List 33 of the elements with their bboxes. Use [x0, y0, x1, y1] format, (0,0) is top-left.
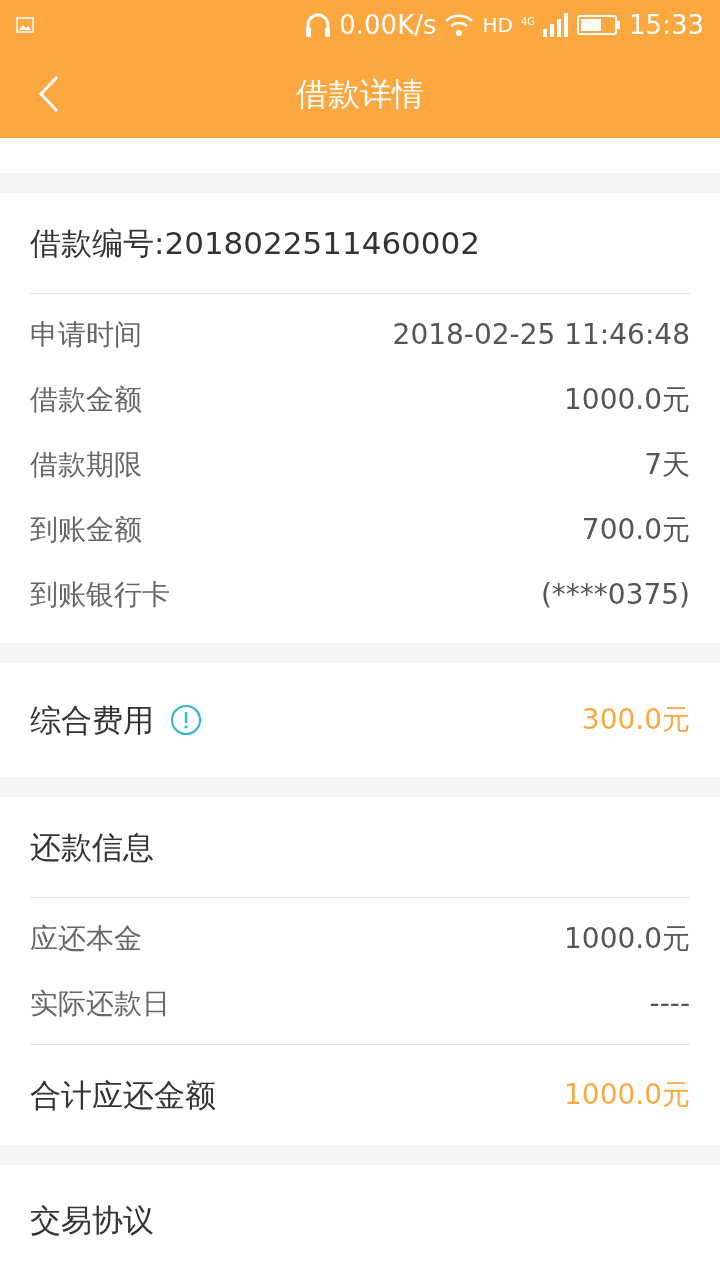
- field-label: 到账银行卡: [30, 576, 170, 613]
- field-label: 应还本金: [30, 920, 142, 957]
- field-label: 借款期限: [30, 446, 142, 483]
- network-speed: 0.00K/s: [339, 8, 437, 42]
- fee-value: 300.0元: [581, 702, 690, 738]
- agreement-title[interactable]: 交易协议: [30, 1196, 154, 1244]
- field-label: 申请时间: [30, 316, 142, 353]
- status-time: 15:33: [629, 8, 704, 42]
- headphones-icon: [305, 11, 332, 39]
- loan-number: 借款编号:2018022511460002: [30, 223, 480, 263]
- field-value: (****0375): [540, 576, 690, 613]
- hd-label: HD: [482, 12, 513, 39]
- info-icon[interactable]: [170, 704, 202, 736]
- image-icon: [16, 17, 34, 33]
- fee-label: 综合费用: [30, 700, 154, 740]
- total-label: 合计应还金额: [30, 1075, 216, 1115]
- field-label: 实际还款日: [30, 985, 170, 1022]
- page-title: 借款详情: [296, 74, 424, 115]
- field-value: 7天: [644, 446, 690, 483]
- battery-icon: [577, 14, 622, 36]
- total-value: 1000.0元: [564, 1077, 690, 1113]
- back-icon[interactable]: [38, 75, 60, 113]
- network-type: 4G: [520, 14, 536, 29]
- field-value: 700.0元: [581, 511, 690, 548]
- signal-icon: [543, 13, 570, 37]
- wifi-icon: [444, 13, 475, 37]
- field-value: ----: [649, 985, 690, 1022]
- section-title: 还款信息: [30, 827, 154, 867]
- field-value: 1000.0元: [564, 381, 690, 418]
- field-value: 2018-02-25 11:46:48: [392, 316, 690, 353]
- field-value: 1000.0元: [564, 920, 690, 957]
- field-label: 借款金额: [30, 381, 142, 418]
- field-label: 到账金额: [30, 511, 142, 548]
